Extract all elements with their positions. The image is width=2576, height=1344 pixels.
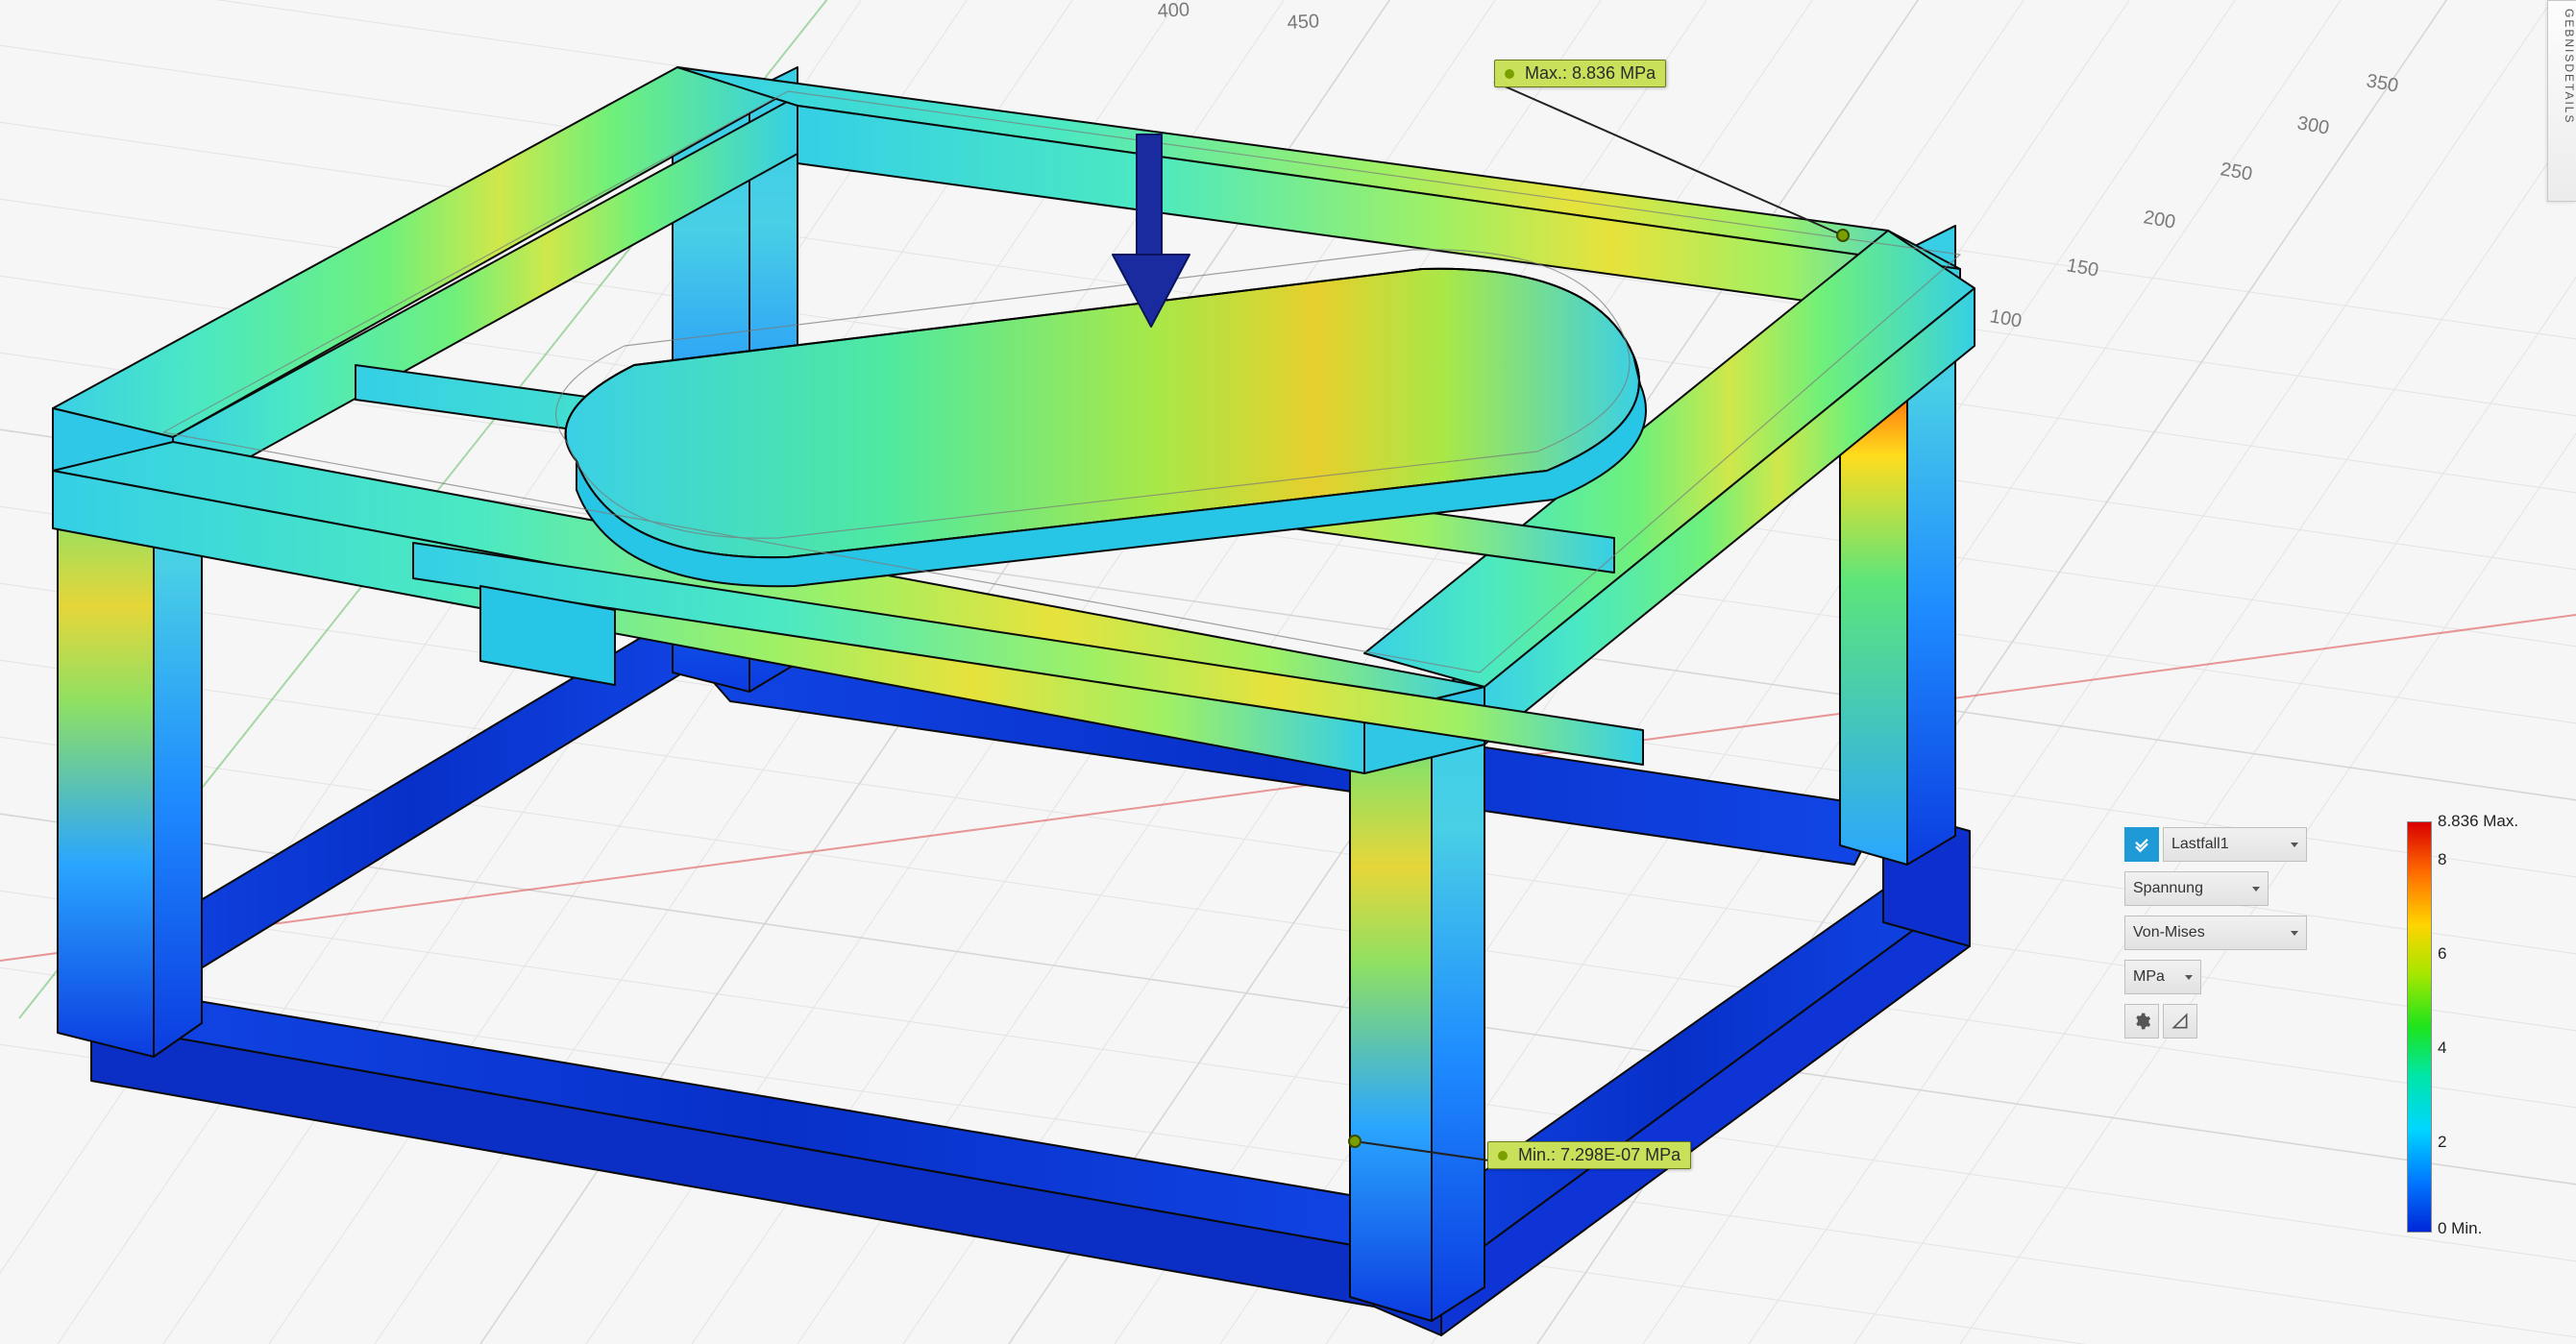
colorbar-tick-8: 8 xyxy=(2438,850,2446,869)
result-type-dropdown-label: Spannung xyxy=(2133,880,2203,897)
legend-settings-button[interactable] xyxy=(2124,1004,2159,1039)
svg-text:200: 200 xyxy=(2142,207,2177,232)
chevron-down-icon xyxy=(2252,887,2260,892)
svg-text:150: 150 xyxy=(2065,255,2100,281)
loadcase-toggle-button[interactable] xyxy=(2124,827,2159,862)
legend-panel: Lastfall1 Spannung Von-Mises MPa xyxy=(2124,816,2538,1238)
colorbar-max-label: 8.836 Max. xyxy=(2438,812,2518,831)
probe-min-callout[interactable]: Min.: 7.298E-07 MPa xyxy=(1487,1141,1691,1169)
chevron-down-icon xyxy=(2291,843,2298,847)
chevron-down-icon xyxy=(2185,975,2193,980)
unit-dropdown-label: MPa xyxy=(2133,968,2165,986)
colorbar-tick-4: 4 xyxy=(2438,1039,2446,1058)
svg-text:350: 350 xyxy=(2365,70,2400,96)
svg-text:100: 100 xyxy=(1988,305,2024,331)
results-details-tab[interactable]: GEBNISDETAILS xyxy=(2547,0,2576,202)
component-dropdown[interactable]: Von-Mises xyxy=(2124,916,2307,950)
loadcase-dropdown-label: Lastfall1 xyxy=(2171,836,2229,853)
colorbar-min-label: 0 Min. xyxy=(2438,1219,2482,1238)
colorbar-tick-2: 2 xyxy=(2438,1133,2446,1152)
loadcase-dropdown[interactable]: Lastfall1 xyxy=(2163,827,2307,862)
svg-text:400: 400 xyxy=(1157,0,1190,22)
legend-controls: Lastfall1 Spannung Von-Mises MPa xyxy=(2124,816,2307,1238)
triangle-icon xyxy=(2171,1012,2190,1031)
probe-min-label: Min.: 7.298E-07 MPa xyxy=(1518,1145,1681,1164)
colorbar-tick-6: 6 xyxy=(2438,944,2446,964)
result-type-dropdown[interactable]: Spannung xyxy=(2124,871,2269,906)
colorbar-area: 8.836 Max. 8 6 4 2 0 Min. xyxy=(2307,816,2538,1238)
results-details-tab-label: GEBNISDETAILS xyxy=(2563,9,2576,124)
svg-text:300: 300 xyxy=(2295,112,2331,138)
gear-icon xyxy=(2132,1012,2151,1031)
probe-max-label: Max.: 8.836 MPa xyxy=(1525,63,1656,83)
deformation-scale-button[interactable] xyxy=(2163,1004,2197,1039)
unit-dropdown[interactable]: MPa xyxy=(2124,960,2201,994)
chevron-down-icon xyxy=(2291,931,2298,936)
component-dropdown-label: Von-Mises xyxy=(2133,924,2205,941)
svg-text:250: 250 xyxy=(2219,159,2254,184)
probe-max-callout[interactable]: Max.: 8.836 MPa xyxy=(1494,60,1666,87)
svg-text:450: 450 xyxy=(1287,11,1319,34)
colorbar[interactable] xyxy=(2407,821,2432,1233)
